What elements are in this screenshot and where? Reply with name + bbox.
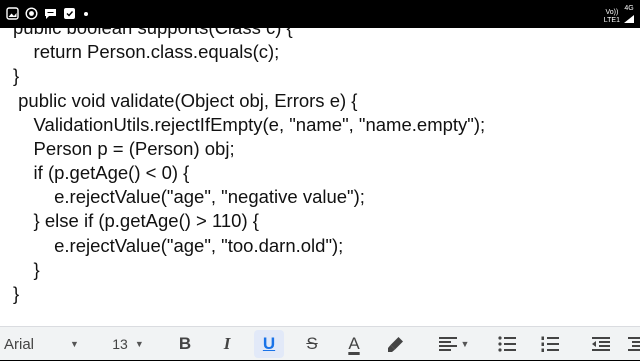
code-line[interactable]: }	[13, 283, 19, 305]
code-line[interactable]: }	[13, 259, 40, 281]
gallery-icon	[6, 7, 19, 20]
network-line1: Vo))	[605, 8, 619, 16]
strikethrough-icon: S	[306, 334, 318, 353]
code-line[interactable]: e.rejectValue("age", "negative value");	[13, 186, 365, 208]
numbered-list-button[interactable]	[535, 327, 565, 361]
code-line[interactable]: public void validate(Object obj, Errors …	[13, 90, 357, 112]
formatting-toolbar: Arial ▼ 13 ▼ B I U S A ▼	[0, 326, 640, 360]
numbered-list-icon	[541, 336, 559, 352]
highlight-button[interactable]	[381, 327, 411, 361]
network-label: Vo)) LTE1	[604, 9, 620, 25]
record-icon	[25, 7, 38, 20]
italic-button[interactable]: I	[212, 327, 242, 361]
font-size-dropdown[interactable]: 13 ▼	[108, 327, 148, 361]
code-line[interactable]: if (p.getAge() < 0) {	[13, 162, 190, 184]
code-line[interactable]: ValidationUtils.rejectIfEmpty(e, "name",…	[13, 114, 486, 136]
code-line[interactable]: public boolean supports(Class c) {	[13, 28, 293, 39]
bold-icon: B	[178, 334, 192, 353]
status-bar-icons	[6, 7, 88, 20]
align-dropdown[interactable]: ▼	[434, 327, 474, 361]
code-line[interactable]: }	[13, 65, 19, 87]
align-left-icon	[438, 337, 457, 351]
bulleted-list-icon	[498, 336, 516, 352]
code-line[interactable]: } else if (p.getAge() > 110) {	[13, 210, 259, 232]
bold-button[interactable]: B	[170, 327, 200, 361]
notification-icon	[63, 7, 76, 20]
strikethrough-button[interactable]: S	[297, 327, 327, 361]
increase-indent-button[interactable]	[626, 327, 640, 361]
dots-icon	[84, 11, 88, 16]
text-color-icon: A	[348, 334, 360, 353]
font-family-value: Arial	[4, 335, 35, 353]
chat-icon	[44, 7, 57, 20]
italic-icon: I	[223, 334, 231, 353]
code-line[interactable]: return Person.class.equals(c);	[13, 41, 280, 63]
decrease-indent-button[interactable]	[586, 327, 616, 361]
network-type-label: 4G	[624, 5, 634, 12]
chevron-down-icon: ▼	[70, 339, 79, 349]
underline-icon: U	[262, 334, 276, 353]
network-line2: LTE1	[603, 16, 620, 24]
font-family-dropdown[interactable]: Arial ▼	[4, 327, 90, 361]
status-bar-right: Vo)) LTE1 4G	[604, 5, 634, 28]
status-bar: Vo)) LTE1 4G	[0, 0, 640, 28]
highlighter-icon	[388, 337, 403, 352]
chevron-down-icon: ▼	[134, 339, 144, 349]
code-line[interactable]: Person p = (Person) obj;	[13, 138, 235, 160]
increase-indent-icon	[628, 337, 640, 351]
text-color-button[interactable]: A	[339, 327, 369, 361]
underline-button[interactable]: U	[254, 330, 284, 358]
signal-icon	[624, 15, 634, 23]
chevron-down-icon: ▼	[460, 339, 470, 349]
document-body[interactable]: public boolean supports(Class c) { retur…	[0, 28, 640, 326]
decrease-indent-icon	[592, 337, 610, 351]
bulleted-list-button[interactable]	[492, 327, 522, 361]
network-type: 4G	[624, 5, 634, 28]
code-line[interactable]: e.rejectValue("age", "too.darn.old");	[13, 235, 343, 257]
font-size-value: 13	[112, 336, 128, 352]
